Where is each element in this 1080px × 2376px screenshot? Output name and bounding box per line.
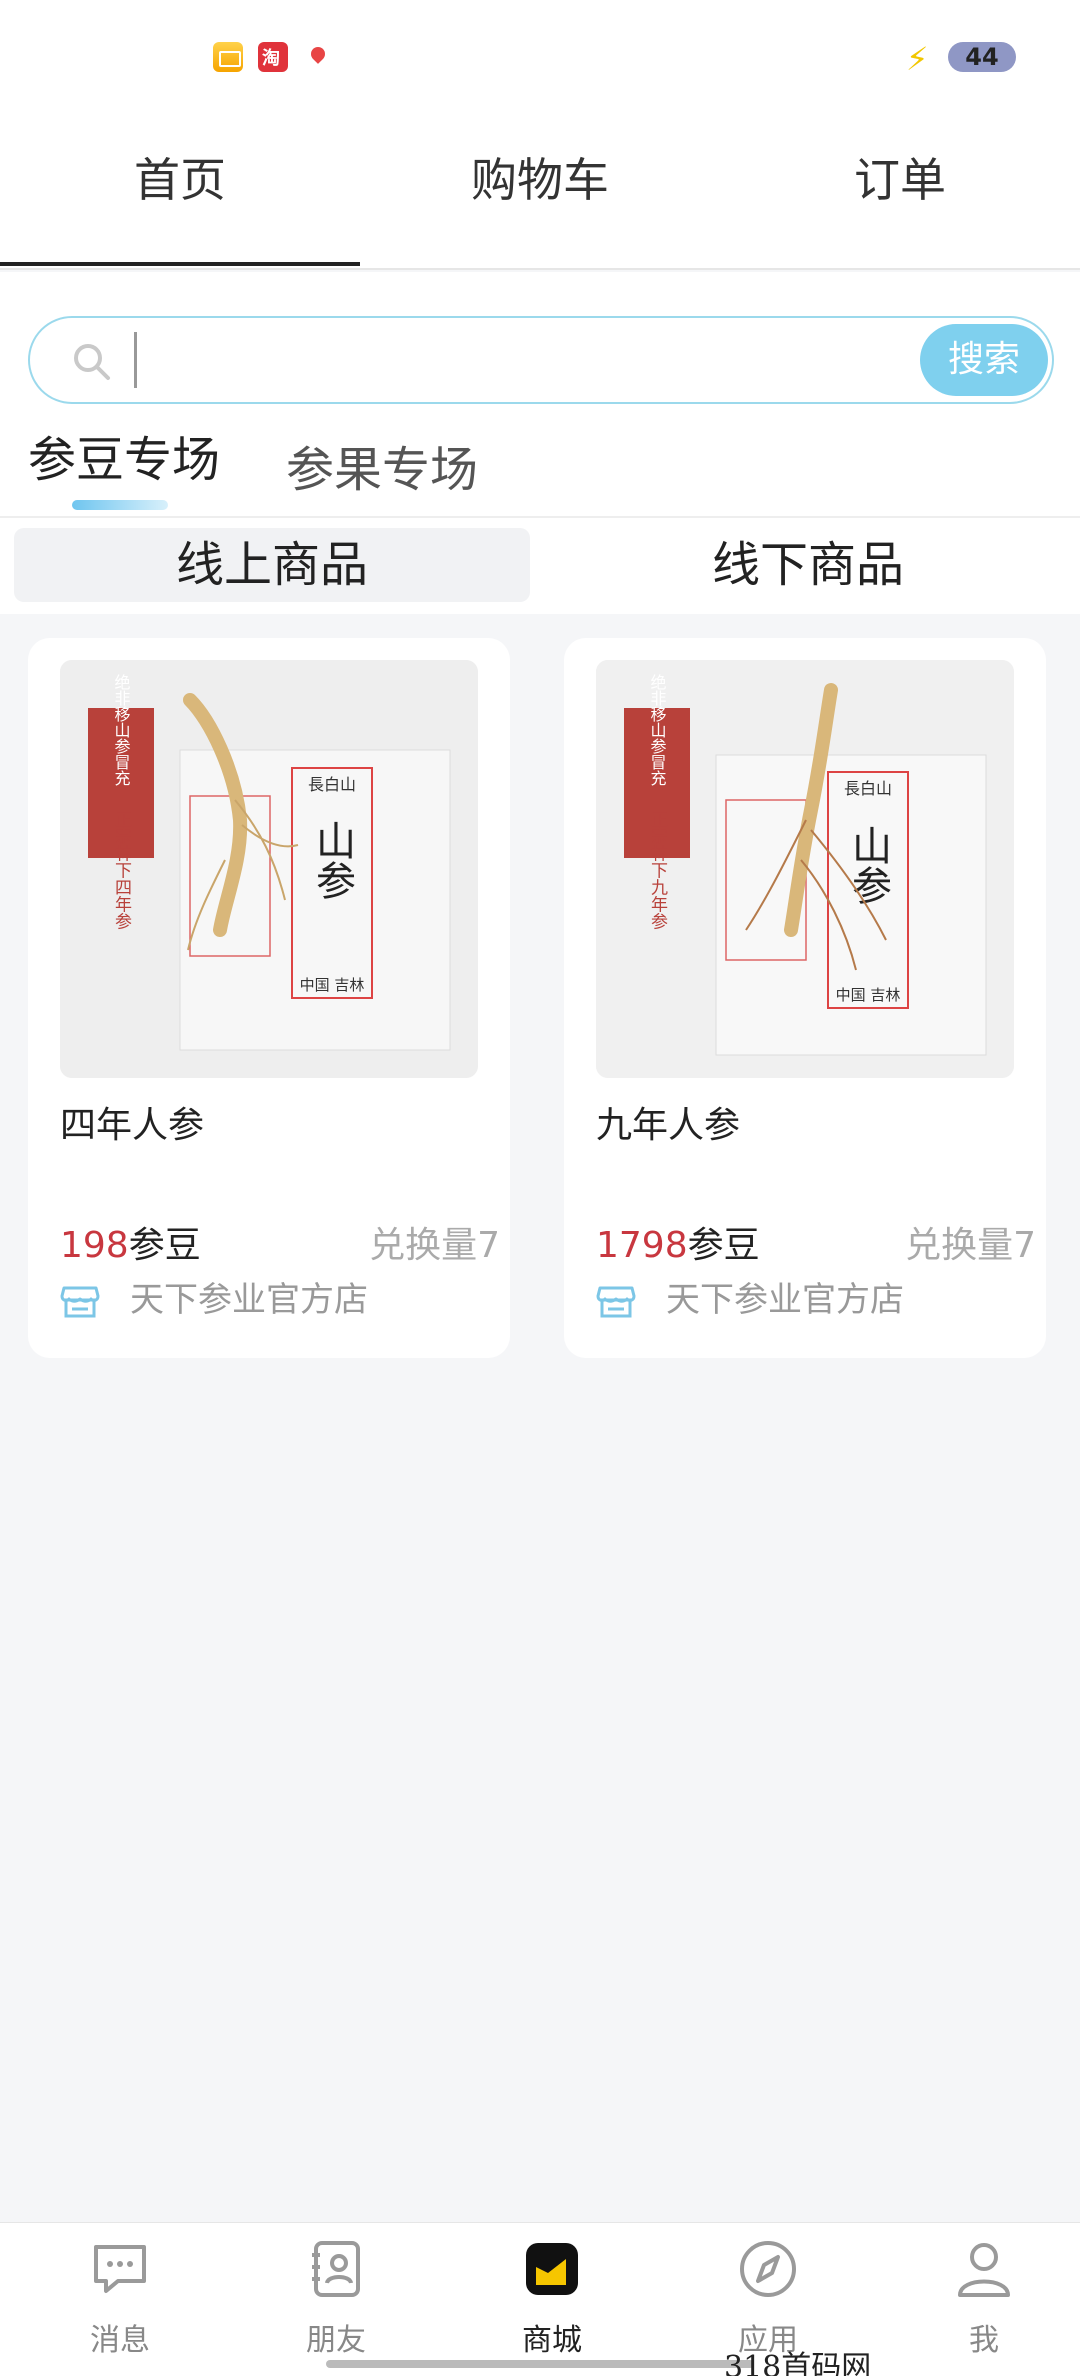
- top-nav: 首页 购物车 订单: [0, 110, 1080, 270]
- watermark: 318首码网 www.e318.com: [724, 2350, 872, 2376]
- price-unit: 参豆: [128, 1225, 201, 1266]
- nav-label: 朋友: [306, 2323, 366, 2358]
- tab-home[interactable]: 首页: [0, 150, 360, 210]
- segment-control: 线上商品 线下商品: [0, 518, 1080, 614]
- image-text: 正宗林下四年参: [111, 811, 132, 930]
- nav-me[interactable]: 我: [876, 2237, 1080, 2359]
- home-indicator[interactable]: [326, 2360, 754, 2368]
- nav-label: 商城: [522, 2323, 582, 2358]
- product-price: 198: [60, 1225, 129, 1266]
- tab-orders[interactable]: 订单: [720, 150, 1080, 210]
- store-icon: [596, 1286, 636, 1318]
- price-unit: 参豆: [687, 1225, 760, 1266]
- shop-name: 天下参业官方店: [130, 1280, 368, 1320]
- image-title: 山参: [309, 820, 355, 900]
- shop-row[interactable]: 天下参业官方店: [60, 1278, 480, 1328]
- search-area: 搜索: [0, 272, 1080, 412]
- battery-level: 44: [948, 42, 1016, 72]
- image-label: 長白山: [308, 775, 356, 794]
- taobao-notification-icon: [258, 42, 288, 72]
- nav-shop[interactable]: 商城: [444, 2237, 660, 2359]
- search-input[interactable]: [134, 332, 934, 388]
- price-row: 1798参豆 兑换量7: [596, 1216, 1036, 1266]
- location-notification-icon: [303, 42, 333, 72]
- image-text: 正宗林下九年参: [647, 811, 668, 930]
- image-banner: 绝非移山参冒充: [112, 674, 131, 786]
- shop-row[interactable]: 天下参业官方店: [596, 1278, 1016, 1328]
- product-image: 绝非移山参冒充 正宗林下四年参 長白山 山参 中国 吉林: [60, 660, 478, 1078]
- compass-icon: [740, 2241, 796, 2297]
- price-row: 198参豆 兑换量7: [60, 1216, 500, 1266]
- tab-cart[interactable]: 购物车: [360, 150, 720, 210]
- search-icon: [74, 344, 110, 380]
- nav-apps[interactable]: 应用: [660, 2237, 876, 2359]
- exchange-count: 兑换量7: [905, 1225, 1036, 1266]
- image-label: 長白山: [844, 779, 892, 798]
- product-image: 绝非移山参冒充 正宗林下九年参 長白山 山参 中国 吉林: [596, 660, 1014, 1078]
- image-banner: 绝非移山参冒充: [648, 674, 667, 786]
- charging-icon: ⚡: [906, 40, 929, 78]
- product-name: 九年人参: [596, 1105, 741, 1146]
- exchange-count: 兑换量7: [369, 1225, 500, 1266]
- nav-messages[interactable]: 消息: [12, 2237, 228, 2359]
- user-icon: [958, 2243, 1010, 2297]
- mail-notification-icon: [213, 42, 243, 72]
- product-card[interactable]: 绝非移山参冒充 正宗林下四年参 長白山 山参 中国 吉林 四年人参 198参豆 …: [28, 638, 510, 1358]
- image-origin: 中国 吉林: [836, 986, 901, 1004]
- category-tabs: 参豆专场 参果专场: [0, 412, 1080, 518]
- image-title: 山参: [845, 825, 891, 905]
- category-tab-indicator: [72, 500, 168, 510]
- nav-label: 消息: [90, 2323, 150, 2358]
- segment-online[interactable]: 线上商品: [14, 528, 530, 602]
- product-name: 四年人参: [60, 1105, 205, 1146]
- search-box: 搜索: [28, 316, 1054, 404]
- shop-icon: [526, 2243, 578, 2295]
- nav-friends[interactable]: 朋友: [228, 2237, 444, 2359]
- segment-offline[interactable]: 线下商品: [550, 528, 1066, 602]
- tab-ginseng-fruits[interactable]: 参果专场: [286, 440, 478, 500]
- tab-ginseng-beans[interactable]: 参豆专场: [28, 430, 220, 490]
- active-tab-underline: [0, 262, 360, 266]
- shop-name: 天下参业官方店: [666, 1280, 904, 1320]
- shop-page: ⚡ 44 首页 购物车 订单 搜索 参豆专场 参果专场 线上商品 线下商品: [0, 0, 1080, 2376]
- status-bar: ⚡ 44: [0, 0, 1080, 110]
- contacts-icon: [312, 2241, 360, 2297]
- product-card[interactable]: 绝非移山参冒充 正宗林下九年参 長白山 山参 中国 吉林 九年人参 1798参豆…: [564, 638, 1046, 1358]
- image-origin: 中国 吉林: [300, 976, 365, 994]
- product-price: 1798: [596, 1225, 688, 1266]
- store-icon: [60, 1286, 100, 1318]
- message-icon: [94, 2245, 146, 2293]
- search-button[interactable]: 搜索: [920, 324, 1048, 396]
